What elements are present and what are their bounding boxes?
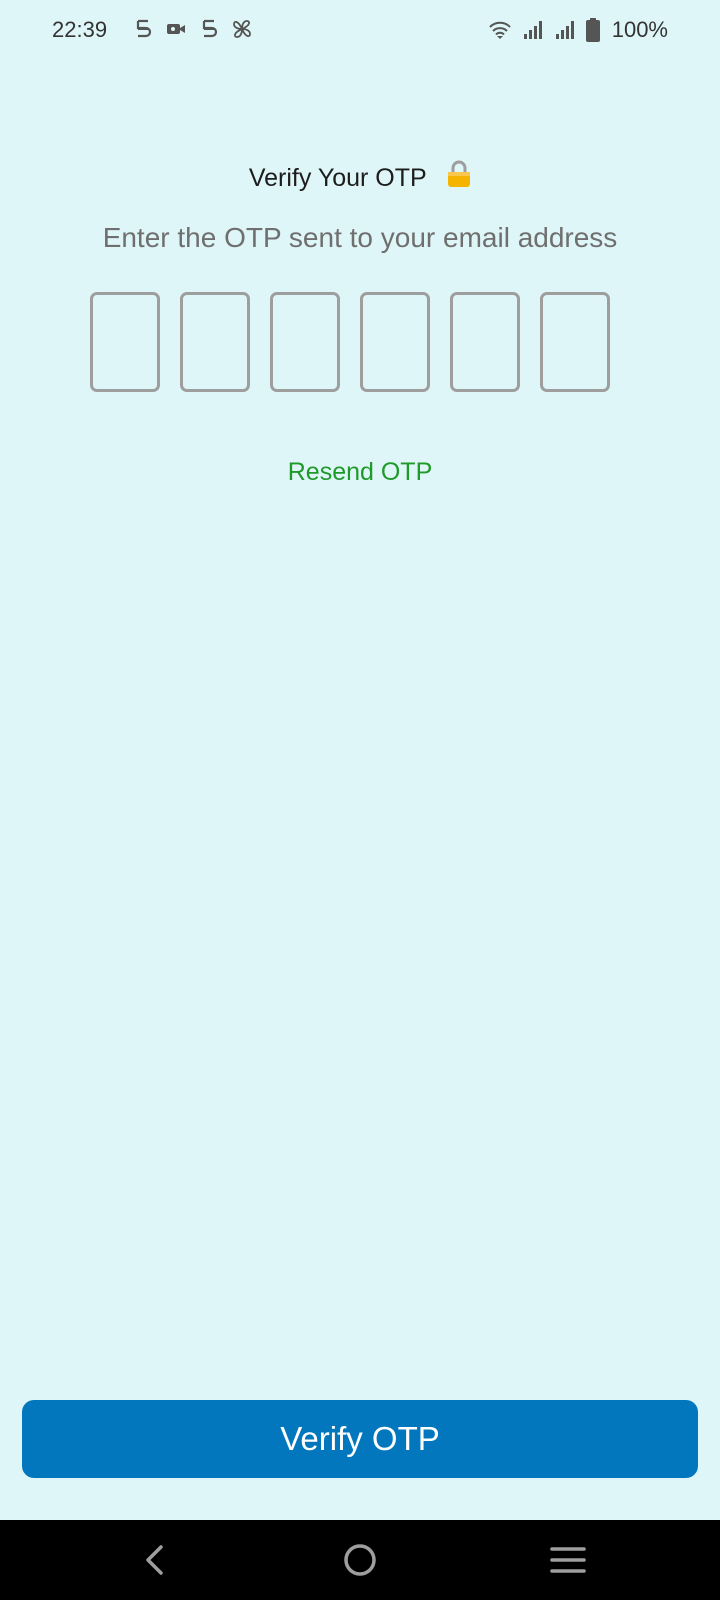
signal-icon bbox=[555, 21, 574, 39]
otp-digit-2[interactable] bbox=[180, 292, 250, 392]
lock-icon bbox=[447, 160, 471, 195]
otp-digit-1[interactable] bbox=[90, 292, 160, 392]
otp-digit-6[interactable] bbox=[540, 292, 610, 392]
home-icon[interactable] bbox=[340, 1542, 380, 1578]
resend-otp-link[interactable]: Resend OTP bbox=[0, 458, 720, 487]
battery-percentage: 100% bbox=[611, 17, 668, 42]
pinwheel-icon bbox=[233, 20, 251, 38]
battery-icon bbox=[585, 18, 600, 42]
video-icon bbox=[167, 24, 185, 34]
instructions-text: Enter the OTP sent to your email address bbox=[102, 222, 618, 253]
page-title-text: Verify Your OTP bbox=[248, 164, 427, 192]
sim-icon bbox=[136, 19, 152, 38]
status-icons-left bbox=[132, 18, 253, 40]
menu-icon[interactable] bbox=[548, 1542, 588, 1578]
page-title: Verify Your OTP bbox=[0, 160, 720, 195]
sim-icon bbox=[202, 19, 218, 38]
back-icon[interactable] bbox=[136, 1542, 176, 1578]
verify-otp-button[interactable]: Verify OTP bbox=[22, 1400, 698, 1478]
navigation-bar bbox=[0, 1520, 720, 1600]
status-time: 22:39 bbox=[52, 17, 108, 42]
signal-icon bbox=[523, 21, 542, 39]
otp-digit-3[interactable] bbox=[270, 292, 340, 392]
status-icons-right: 100% bbox=[488, 17, 668, 43]
otp-input-group bbox=[90, 292, 630, 394]
otp-digit-5[interactable] bbox=[450, 292, 520, 392]
wifi-icon bbox=[489, 21, 511, 39]
otp-digit-4[interactable] bbox=[360, 292, 430, 392]
status-bar: 22:39 100% bbox=[0, 0, 720, 62]
